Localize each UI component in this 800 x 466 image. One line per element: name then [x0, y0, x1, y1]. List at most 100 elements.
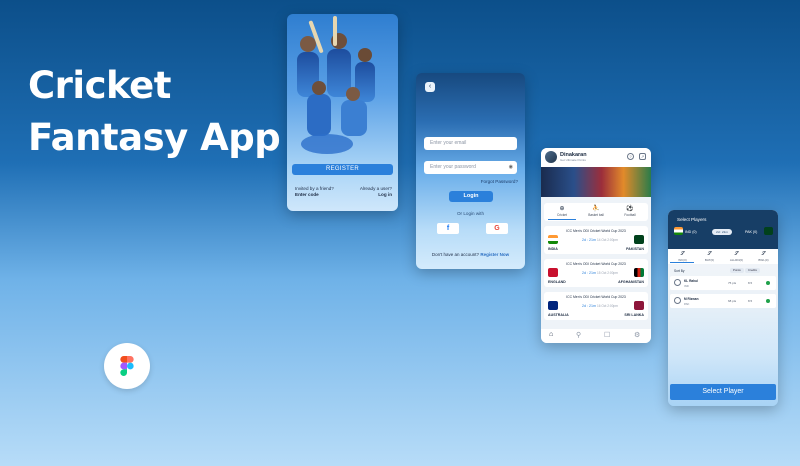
- team-1: INDIA: [548, 247, 558, 251]
- afghanistan-flag-icon: [634, 268, 644, 277]
- status-dot: [766, 299, 770, 303]
- invite-block: Invited by a friend? Enter code: [295, 186, 334, 198]
- tab-allrd[interactable]: 𝒮 ALLRD(0): [723, 251, 750, 262]
- avatar[interactable]: [545, 151, 557, 163]
- email-field[interactable]: Enter your email: [424, 137, 517, 150]
- stats-icon[interactable]: ⚲: [576, 331, 581, 339]
- ball-icon: 𝒮: [761, 251, 766, 257]
- settings-icon[interactable]: ⚙: [634, 331, 640, 339]
- tab-bwl[interactable]: 𝒮 BWL(0): [750, 251, 777, 262]
- category-label: Basket ball: [588, 213, 604, 217]
- pakistan-flag-icon: [634, 235, 644, 244]
- no-account-text: Don't have an account?: [431, 252, 480, 257]
- match-date: 14 Oct 2:00pm: [597, 238, 618, 242]
- team-2-count: PAK (0): [745, 230, 758, 234]
- sort-chip-credits[interactable]: Credits: [745, 268, 760, 273]
- player-name: KL Rahul: [684, 279, 698, 283]
- basketball-icon: ⛹: [592, 206, 600, 212]
- active-category-indicator: [548, 219, 576, 220]
- countdown-badge: 2d : 21m: [712, 229, 732, 235]
- tab-wk[interactable]: 𝒮 WK(0): [669, 251, 696, 262]
- allrounder-icon: 𝒮: [734, 251, 739, 257]
- football-icon: ⚽: [626, 206, 634, 212]
- team-2: PAKISTAN: [626, 247, 644, 251]
- australia-flag-icon: [548, 301, 558, 310]
- match-date: 15 Oct 2:00pm: [597, 271, 618, 275]
- india-flag-icon: [674, 227, 683, 235]
- signup-row: Don't have an account? Register Now: [416, 252, 525, 257]
- enter-code-link[interactable]: Enter code: [295, 192, 319, 197]
- select-players-screen: Select Players IND (0) 2d : 21m PAK (0) …: [668, 210, 778, 406]
- figma-logo: [104, 343, 150, 389]
- wk-icon: 𝒮: [680, 251, 685, 257]
- category-label: Cricket: [557, 213, 567, 217]
- google-icon: G: [494, 225, 500, 232]
- category-football[interactable]: ⚽ Football: [613, 205, 647, 217]
- player-row[interactable]: KL Rahul IND 75 pts 8.5: [670, 276, 776, 290]
- countdown: 2d : 21m: [582, 304, 596, 308]
- category-label: Football: [624, 213, 636, 217]
- player-avatar-icon: [674, 297, 681, 304]
- home-top-bar: Dinakaran Get Ultimate Points ? ↗: [541, 148, 651, 167]
- match-title: ICC Men's ODI Cricket World Cup 2023: [566, 229, 626, 233]
- chevron-left-icon: ‹: [428, 83, 432, 90]
- promo-banner[interactable]: [541, 167, 651, 197]
- player-team: IND: [684, 284, 689, 288]
- sport-categories: ⊕ Cricket ⛹ Basket ball ⚽ Football: [544, 203, 648, 221]
- countdown: 2d : 21m: [582, 271, 596, 275]
- page-title: Select Players: [677, 217, 707, 222]
- login-button[interactable]: Login: [449, 191, 493, 202]
- match-title: ICC Men's ODI Cricket World Cup 2023: [566, 295, 626, 299]
- home-icon[interactable]: ⌂: [549, 331, 553, 338]
- password-placeholder: Enter your password: [430, 164, 476, 170]
- player-credits: 8.5: [748, 281, 753, 285]
- google-login-button[interactable]: G: [486, 223, 508, 234]
- eye-icon[interactable]: ◉: [509, 161, 513, 174]
- tab-bat[interactable]: 𝒮 BAT(0): [696, 251, 723, 262]
- match-card[interactable]: ICC Men's ODI Cricket World Cup 2023 ENG…: [544, 259, 648, 287]
- user-subtitle: Get Ultimate Points: [560, 158, 586, 162]
- match-card[interactable]: ICC Men's ODI Cricket World Cup 2023 IND…: [544, 226, 648, 254]
- register-now-link[interactable]: Register Now: [480, 252, 509, 257]
- role-label: BAT(0): [704, 258, 715, 262]
- sort-chip-points[interactable]: Points: [730, 268, 744, 273]
- password-field[interactable]: Enter your password ◉: [424, 161, 517, 174]
- facebook-icon: f: [446, 225, 450, 232]
- share-icon[interactable]: ↗: [639, 153, 646, 160]
- login-link[interactable]: Log in: [378, 192, 392, 197]
- facebook-login-button[interactable]: f: [437, 223, 459, 234]
- sri-lanka-flag-icon: [634, 301, 644, 310]
- cricketers-hero-image: [297, 16, 375, 154]
- match-card[interactable]: ICC Men's ODI Cricket World Cup 2023 AUS…: [544, 292, 648, 320]
- register-screen: REGISTER Invited by a friend? Enter code…: [287, 14, 398, 211]
- team-1: ENGLAND: [548, 280, 566, 284]
- login-screen: ‹ Enter your email Enter your password ◉…: [416, 73, 525, 269]
- select-header: Select Players IND (0) 2d : 21m PAK (0): [668, 210, 778, 253]
- help-icon[interactable]: ?: [627, 153, 634, 160]
- home-screen: Dinakaran Get Ultimate Points ? ↗ ⊕ Cric…: [541, 148, 651, 343]
- player-name: M Rizwan: [684, 297, 699, 301]
- team-2: SRI LANKA: [624, 313, 644, 317]
- back-button[interactable]: ‹: [425, 82, 435, 92]
- headline-line-1: Cricket: [28, 64, 171, 107]
- cricket-icon: ⊕: [559, 206, 565, 212]
- select-player-button[interactable]: Select Player: [670, 384, 776, 400]
- headline-line-2: Fantasy App: [28, 116, 281, 159]
- category-cricket[interactable]: ⊕ Cricket: [545, 205, 579, 217]
- match-title: ICC Men's ODI Cricket World Cup 2023: [566, 262, 626, 266]
- india-flag-icon: [548, 235, 558, 244]
- status-dot: [766, 281, 770, 285]
- countdown: 2d : 21m: [582, 238, 596, 242]
- player-credits: 8.5: [748, 299, 753, 303]
- player-row[interactable]: M Rizwan PAK 68 pts 8.5: [670, 294, 776, 308]
- player-avatar-icon: [674, 279, 681, 286]
- register-button[interactable]: REGISTER: [292, 164, 393, 175]
- player-points: 75 pts: [728, 281, 737, 285]
- category-basketball[interactable]: ⛹ Basket ball: [579, 205, 613, 217]
- team-1-count: IND (0): [685, 230, 697, 234]
- player-points: 68 pts: [728, 299, 737, 303]
- headline: Cricket Fantasy App: [28, 60, 281, 164]
- team-1: AUSTRALIA: [548, 313, 569, 317]
- chat-icon[interactable]: ☐: [604, 331, 610, 339]
- forgot-password-link[interactable]: Forgot Password?: [481, 179, 518, 184]
